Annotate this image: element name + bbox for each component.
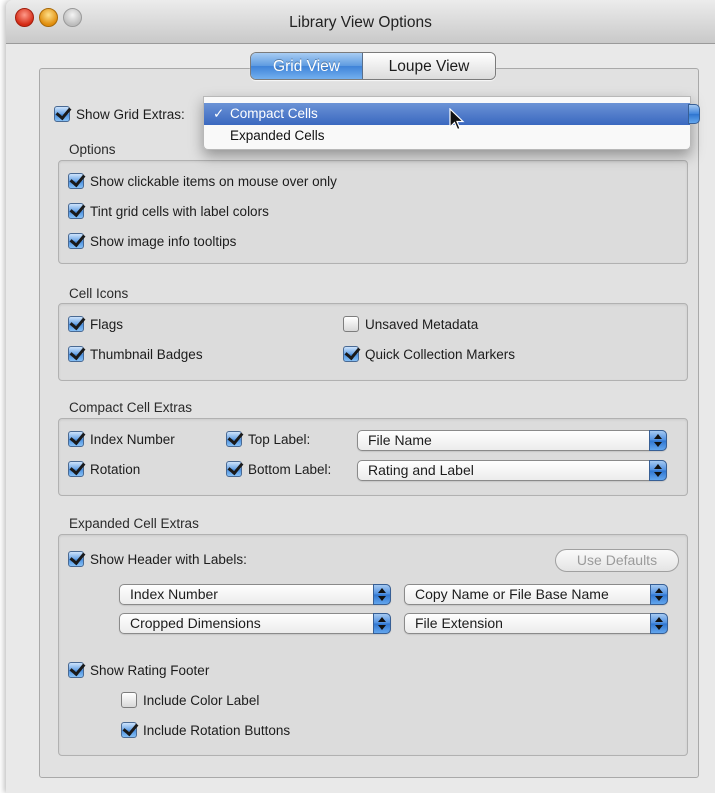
- top-label-label: Top Label:: [248, 431, 311, 447]
- select-arrows-icon: [649, 460, 667, 481]
- select-arrows-icon: [373, 613, 391, 634]
- cell-icon-row: Unsaved Metadata: [343, 316, 478, 332]
- cell-icon-row: Flags: [68, 316, 123, 332]
- options-group-title: Options: [69, 142, 116, 157]
- option-row: Show image info tooltips: [68, 233, 236, 249]
- cell-icons-group: [58, 303, 688, 381]
- cell-icon-row: Quick Collection Markers: [343, 346, 515, 362]
- clickable-items-checkbox[interactable]: [68, 173, 84, 189]
- library-view-options-window: Library View Options Grid View Loupe Vie…: [6, 0, 715, 793]
- checkmark-icon: ✓: [213, 106, 225, 121]
- header-field-3-value: Cropped Dimensions: [130, 615, 261, 631]
- menu-item-label: Expanded Cells: [230, 128, 325, 143]
- expanded-extras-group-title: Expanded Cell Extras: [69, 516, 199, 531]
- header-field-1-value: Index Number: [130, 586, 218, 602]
- clickable-items-label: Show clickable items on mouse over only: [90, 173, 337, 189]
- bottom-label-label: Bottom Label:: [248, 461, 332, 477]
- thumbnail-badges-checkbox[interactable]: [68, 346, 84, 362]
- top-label-value: File Name: [368, 432, 432, 448]
- title-bar[interactable]: Library View Options: [6, 0, 715, 44]
- grid-extras-menu: ✓ Compact Cells Expanded Cells: [203, 96, 700, 150]
- select-arrows-icon: [373, 584, 391, 605]
- option-row: Tint grid cells with label colors: [68, 203, 269, 219]
- expanded-row: Include Rotation Buttons: [121, 722, 290, 738]
- compact-row: Rotation: [68, 461, 140, 477]
- menu-item-label: Compact Cells: [230, 106, 318, 121]
- include-color-label-label: Include Color Label: [143, 692, 260, 708]
- cell-icons-group-title: Cell Icons: [69, 286, 129, 301]
- flags-checkbox[interactable]: [68, 316, 84, 332]
- bottom-label-select[interactable]: Rating and Label: [357, 460, 667, 481]
- image-info-tooltips-checkbox[interactable]: [68, 233, 84, 249]
- rotation-label: Rotation: [90, 461, 141, 477]
- header-field-2-value: Copy Name or File Base Name: [415, 586, 609, 602]
- tint-grid-cells-label: Tint grid cells with label colors: [90, 203, 269, 219]
- show-rating-footer-checkbox[interactable]: [68, 662, 84, 678]
- bottom-label-checkbox[interactable]: [226, 461, 242, 477]
- select-arrows-icon: [650, 584, 668, 605]
- expanded-row: Include Color Label: [121, 692, 259, 708]
- header-field-3-select[interactable]: Cropped Dimensions: [119, 613, 391, 634]
- header-field-4-value: File Extension: [415, 615, 503, 631]
- select-arrows-icon: [650, 613, 668, 634]
- mouse-pointer-icon: [449, 108, 465, 131]
- select-arrows-icon: [649, 430, 667, 451]
- compact-extras-group-title: Compact Cell Extras: [69, 400, 193, 415]
- show-grid-extras-label: Show Grid Extras:: [76, 106, 185, 122]
- quick-collection-markers-label: Quick Collection Markers: [365, 346, 516, 362]
- unsaved-metadata-label: Unsaved Metadata: [365, 316, 479, 332]
- tint-grid-cells-checkbox[interactable]: [68, 203, 84, 219]
- quick-collection-markers-checkbox[interactable]: [343, 346, 359, 362]
- unsaved-metadata-checkbox[interactable]: [343, 316, 359, 332]
- bottom-label-value: Rating and Label: [368, 462, 474, 478]
- show-grid-extras-checkbox[interactable]: [54, 106, 70, 122]
- flags-label: Flags: [90, 316, 124, 332]
- menu-item-compact-cells[interactable]: ✓ Compact Cells: [204, 103, 690, 125]
- cell-icon-row: Thumbnail Badges: [68, 346, 203, 362]
- select-arrows-icon: [688, 104, 700, 124]
- show-header-label: Show Header with Labels:: [90, 551, 247, 567]
- tab-grid-view[interactable]: Grid View: [251, 53, 363, 79]
- compact-row: Bottom Label:: [226, 461, 331, 477]
- rotation-checkbox[interactable]: [68, 461, 84, 477]
- image-info-tooltips-label: Show image info tooltips: [90, 233, 237, 249]
- expanded-row: Show Header with Labels:: [68, 551, 247, 567]
- header-field-2-select[interactable]: Copy Name or File Base Name: [404, 584, 668, 605]
- menu-item-expanded-cells[interactable]: Expanded Cells: [204, 125, 690, 147]
- use-defaults-button[interactable]: Use Defaults: [555, 549, 679, 572]
- tab-loupe-view[interactable]: Loupe View: [363, 53, 495, 79]
- show-rating-footer-label: Show Rating Footer: [90, 662, 210, 678]
- top-label-select[interactable]: File Name: [357, 430, 667, 451]
- include-color-label-checkbox[interactable]: [121, 692, 137, 708]
- window-title: Library View Options: [289, 14, 432, 31]
- expanded-row: Show Rating Footer: [68, 662, 209, 678]
- thumbnail-badges-label: Thumbnail Badges: [90, 346, 203, 362]
- index-number-label: Index Number: [90, 431, 175, 447]
- compact-row: Index Number: [68, 431, 175, 447]
- show-header-checkbox[interactable]: [68, 551, 84, 567]
- include-rotation-buttons-checkbox[interactable]: [121, 722, 137, 738]
- compact-row: Top Label:: [226, 431, 310, 447]
- view-tab-control: Grid View Loupe View: [250, 52, 496, 80]
- header-field-4-select[interactable]: File Extension: [404, 613, 668, 634]
- index-number-checkbox[interactable]: [68, 431, 84, 447]
- include-rotation-buttons-label: Include Rotation Buttons: [143, 722, 291, 738]
- header-field-1-select[interactable]: Index Number: [119, 584, 391, 605]
- option-row: Show clickable items on mouse over only: [68, 173, 337, 189]
- show-grid-extras-row: Show Grid Extras:: [54, 106, 185, 122]
- top-label-checkbox[interactable]: [226, 431, 242, 447]
